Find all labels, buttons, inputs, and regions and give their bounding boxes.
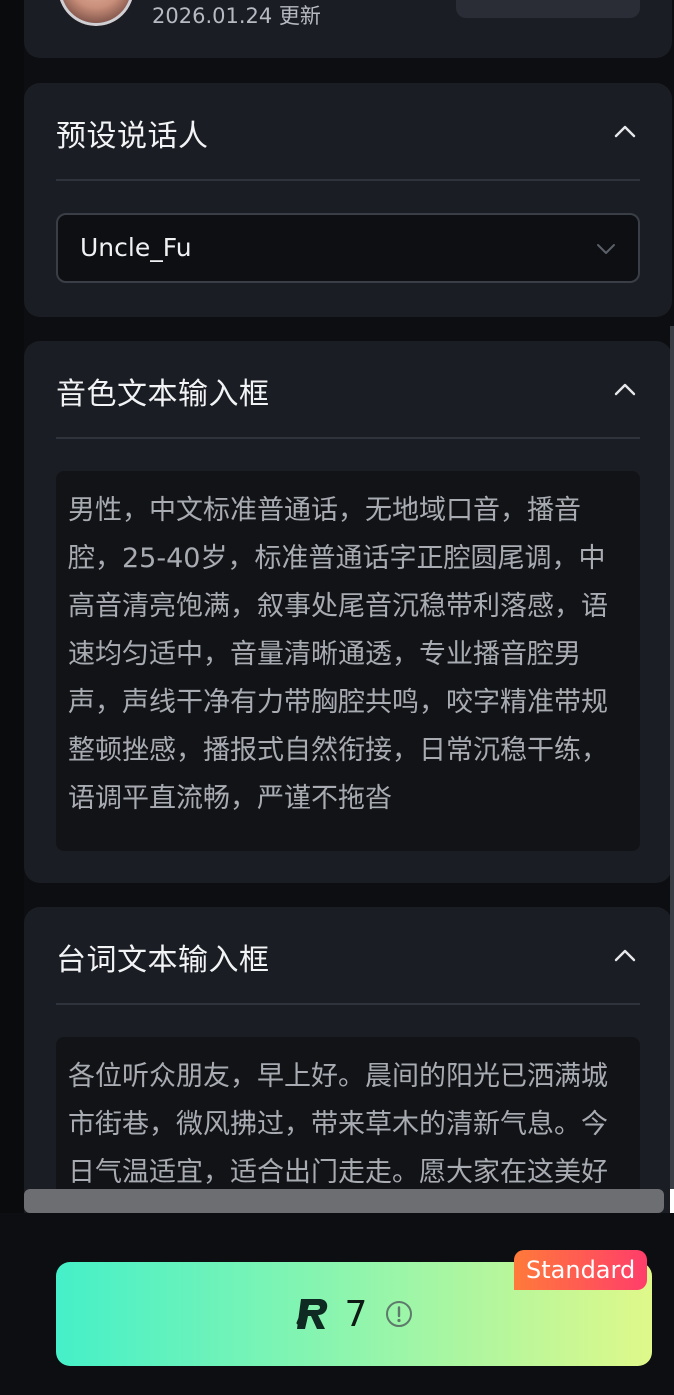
chevron-up-icon[interactable] (614, 945, 636, 967)
timbre-input-title: 音色文本输入框 (56, 377, 270, 412)
preset-speaker-header[interactable]: 预设说话人 (56, 109, 640, 163)
speaker-select-value: Uncle_Fu (80, 233, 192, 262)
credit-count: 7 (344, 1293, 368, 1335)
speaker-select[interactable]: Uncle_Fu (56, 213, 640, 283)
r-logo-icon (296, 1299, 327, 1329)
divider (56, 437, 640, 439)
preset-speaker-card: 预设说话人 Uncle_Fu (24, 83, 672, 317)
preset-speaker-title: 预设说话人 (56, 119, 209, 154)
chevron-up-icon[interactable] (614, 121, 636, 143)
script-input-header[interactable]: 台词文本输入框 (56, 933, 640, 987)
script-input-card: 台词文本输入框 各位听众朋友，早上好。晨间的阳光已洒满城市街巷，微风拂过，带来草… (24, 907, 672, 1227)
left-strip (0, 0, 24, 1395)
scrollbar-corner (670, 1189, 674, 1213)
info-icon[interactable] (385, 1300, 413, 1328)
timbre-textarea[interactable]: 男性，中文标准普通话，无地域口音，播音腔，25-40岁，标准普通话字正腔圆尾调，… (56, 471, 640, 851)
profile-card: 2026.01.24 更新 (24, 0, 672, 58)
timbre-input-card: 音色文本输入框 男性，中文标准普通话，无地域口音，播音腔，25-40岁，标准普通… (24, 341, 672, 883)
update-timestamp: 2026.01.24 更新 (152, 4, 321, 28)
horizontal-scrollbar[interactable] (24, 1189, 664, 1213)
chevron-down-icon (597, 244, 615, 254)
avatar (58, 0, 134, 26)
chevron-up-icon[interactable] (614, 379, 636, 401)
page: 2026.01.24 更新 预设说话人 Uncle_Fu 音色文本输入框 男性，… (0, 0, 674, 1395)
tier-badge: Standard (514, 1250, 648, 1290)
vertical-scrollbar[interactable] (670, 326, 674, 1190)
divider (56, 1003, 640, 1005)
timbre-input-header[interactable]: 音色文本输入框 (56, 367, 640, 421)
divider (56, 179, 640, 181)
profile-action-button[interactable] (456, 0, 640, 18)
script-input-title: 台词文本输入框 (56, 943, 270, 978)
